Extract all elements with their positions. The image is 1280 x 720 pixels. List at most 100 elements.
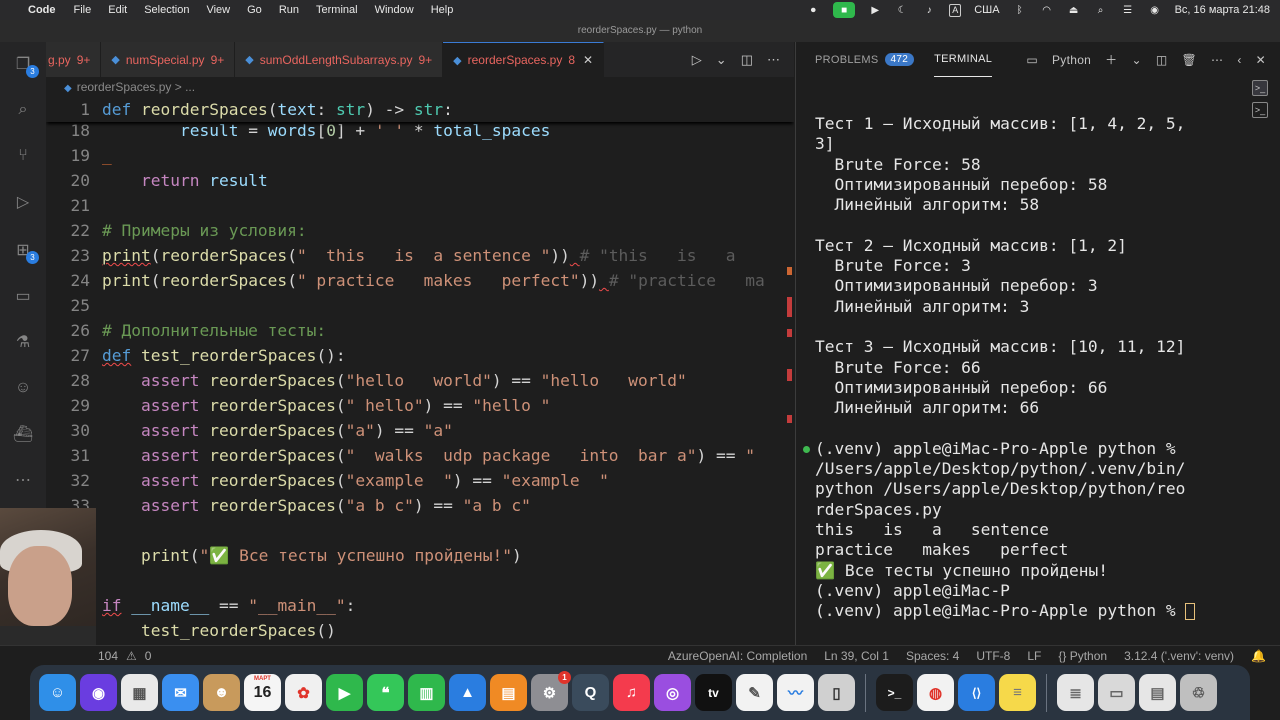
code-line[interactable]: 31 assert reorderSpaces(" walks udp pack… xyxy=(46,443,794,468)
input-source-label[interactable]: США xyxy=(974,4,999,16)
close-icon[interactable]: ✕ xyxy=(583,53,593,67)
siri-icon[interactable]: ◉ xyxy=(80,674,117,711)
bluetooth-icon[interactable]: ᛒ xyxy=(1013,4,1027,16)
menu-help[interactable]: Help xyxy=(431,4,454,16)
chrome-icon[interactable]: ◍ xyxy=(917,674,954,711)
terminal-instance[interactable]: >_ xyxy=(1252,80,1268,96)
language-mode[interactable]: {} Python xyxy=(1058,649,1107,663)
tab-sumoddlengthsubarrays[interactable]: ◆ sumOddLengthSubarrays.py 9+ xyxy=(235,42,444,77)
copilot-icon[interactable]: ☺ xyxy=(11,376,35,400)
facetime-camera-icon[interactable]: ■ xyxy=(833,2,856,18)
terminal-shell-icon[interactable]: ▭ xyxy=(1026,53,1038,67)
python-interpreter[interactable]: 3.12.4 ('.venv': venv) xyxy=(1124,649,1234,663)
messages-icon[interactable]: ❝ xyxy=(367,674,404,711)
line-endings[interactable]: LF xyxy=(1027,649,1041,663)
code-line[interactable]: 26 # Дополнительные тесты: xyxy=(46,318,794,343)
play-icon[interactable]: ▶ xyxy=(868,4,882,16)
split-editor-icon[interactable]: ◫ xyxy=(741,52,753,68)
chevron-down-icon[interactable]: ⌄ xyxy=(1131,53,1141,67)
tab-numspecial[interactable]: ◆ numSpecial.py 9+ xyxy=(101,42,236,77)
moon-icon[interactable]: ☾ xyxy=(895,4,909,16)
photos-icon[interactable]: ✿ xyxy=(285,674,322,711)
podcasts-icon[interactable]: ◎ xyxy=(654,674,691,711)
code-line[interactable]: 22 # Примеры из условия: xyxy=(46,218,794,243)
calendar-icon[interactable]: МАРТ 16 xyxy=(244,674,281,711)
search-icon[interactable]: ⌕ xyxy=(11,98,35,122)
notes-icon[interactable]: ≡ xyxy=(999,674,1036,711)
menu-datetime[interactable]: Вс, 16 марта 21:48 xyxy=(1175,4,1270,16)
chevron-down-icon[interactable]: ⌄ xyxy=(716,52,727,68)
textedit-icon[interactable]: ✎ xyxy=(736,674,773,711)
menu-go[interactable]: Go xyxy=(247,4,262,16)
code-line[interactable]: 20 return result xyxy=(46,168,794,193)
menu-run[interactable]: Run xyxy=(279,4,299,16)
code-line[interactable]: if __name__ == "__main__": xyxy=(46,593,794,618)
code-line[interactable]: 19 _ xyxy=(46,143,794,168)
code-editor[interactable]: 1 def reorderSpaces(text: str) -> str: 1… xyxy=(46,97,794,645)
code-line[interactable]: 25 xyxy=(46,293,794,318)
menu-selection[interactable]: Selection xyxy=(144,4,189,16)
run-debug-icon[interactable]: ▷ xyxy=(11,190,35,214)
document-icon[interactable]: ▭ xyxy=(1098,674,1135,711)
testing-icon[interactable]: ⚗ xyxy=(11,330,35,354)
contacts-icon[interactable]: ☻ xyxy=(203,674,240,711)
code-line[interactable]: 23 print(reorderSpaces(" this is a sente… xyxy=(46,243,794,268)
wifi-icon[interactable]: ◠ xyxy=(1040,4,1054,16)
menu-window[interactable]: Window xyxy=(375,4,414,16)
search-icon[interactable]: ⌕ xyxy=(1094,4,1108,16)
eject-icon[interactable]: ⏏ xyxy=(1067,4,1081,16)
code-line[interactable]: 28 assert reorderSpaces("hello world") =… xyxy=(46,368,794,393)
launchpad-icon[interactable]: ▦ xyxy=(121,674,158,711)
run-file-icon[interactable]: ▷ xyxy=(692,52,702,68)
menu-view[interactable]: View xyxy=(206,4,230,16)
code-line[interactable]: print("✅ Все тесты успешно пройдены!") xyxy=(46,543,794,568)
tv-icon[interactable]: tv xyxy=(695,674,732,711)
errors-count[interactable]: 104 xyxy=(98,649,118,663)
code-line[interactable]: 21 xyxy=(46,193,794,218)
breadcrumb[interactable]: ◆ reorderSpaces.py > ... xyxy=(46,77,794,97)
code-line[interactable]: 33 assert reorderSpaces("a b c") == "a b… xyxy=(46,493,794,518)
docker-icon[interactable]: ⛴ xyxy=(11,422,35,446)
keyboard-letter-badge[interactable]: A xyxy=(949,3,962,17)
terminal-icon[interactable]: >_ xyxy=(876,674,913,711)
control-center-icon[interactable]: ☰ xyxy=(1121,4,1135,16)
record-icon[interactable]: ⏺ xyxy=(806,4,820,16)
azure-completion-status[interactable]: AzureOpenAI: Completion xyxy=(668,649,807,663)
more-actions-icon[interactable]: ⋯ xyxy=(1211,53,1223,67)
quicktime-icon[interactable]: Q xyxy=(572,674,609,711)
siri-icon[interactable]: ◉ xyxy=(1148,4,1162,16)
warnings-count[interactable]: 0 xyxy=(145,649,152,663)
terminal-output[interactable]: Тест 1 – Исходный массив: [1, 4, 2, 5, 3… xyxy=(815,114,1225,621)
source-control-icon[interactable]: ⑂ xyxy=(11,144,35,168)
trash-icon[interactable]: ♲ xyxy=(1180,674,1217,711)
chevron-left-icon[interactable]: ‹ xyxy=(1237,53,1241,67)
notifications-icon[interactable]: 🔔 xyxy=(1251,649,1266,663)
sticky-scroll-line[interactable]: 1 def reorderSpaces(text: str) -> str: xyxy=(46,97,794,122)
trash-icon[interactable]: 🗑 xyxy=(1181,53,1197,67)
code-line[interactable]: 27 def test_reorderSpaces(): xyxy=(46,343,794,368)
tab-problems[interactable]: PROBLEMS 472 xyxy=(815,42,915,77)
terminal-instance[interactable]: >_ xyxy=(1252,102,1268,118)
remote-explorer-icon[interactable]: ▭ xyxy=(11,284,35,308)
vscode-icon[interactable]: ⟨⟩ xyxy=(958,674,995,711)
numbers-icon[interactable]: ▥ xyxy=(408,674,445,711)
code-line[interactable]: 29 assert reorderSpaces(" hello") == "he… xyxy=(46,393,794,418)
encoding[interactable]: UTF-8 xyxy=(976,649,1010,663)
menu-terminal[interactable]: Terminal xyxy=(316,4,358,16)
tab-terminal[interactable]: TERMINAL xyxy=(934,42,993,77)
menu-edit[interactable]: Edit xyxy=(108,4,127,16)
split-terminal-icon[interactable]: ◫ xyxy=(1156,53,1168,67)
audio-icon[interactable]: ♪ xyxy=(922,4,936,16)
code-line[interactable]: test_reorderSpaces() xyxy=(46,618,794,643)
facetime-icon[interactable]: ▶ xyxy=(326,674,363,711)
document-icon[interactable]: ▤ xyxy=(1139,674,1176,711)
mail-icon[interactable]: ✉ xyxy=(162,674,199,711)
code-line[interactable]: 32 assert reorderSpaces("example ") == "… xyxy=(46,468,794,493)
extensions-icon[interactable]: ⊞ 3 xyxy=(11,238,39,264)
more-icon[interactable]: ⋯ xyxy=(11,468,35,492)
tab-reorderspaces[interactable]: ◆ reorderSpaces.py 8 ✕ xyxy=(443,42,605,77)
finder-icon[interactable]: ☺ xyxy=(39,674,76,711)
document-icon[interactable]: ≣ xyxy=(1057,674,1094,711)
new-terminal-icon[interactable]: ＋ xyxy=(1105,51,1117,68)
explorer-icon[interactable]: ❐ 3 xyxy=(11,52,39,78)
